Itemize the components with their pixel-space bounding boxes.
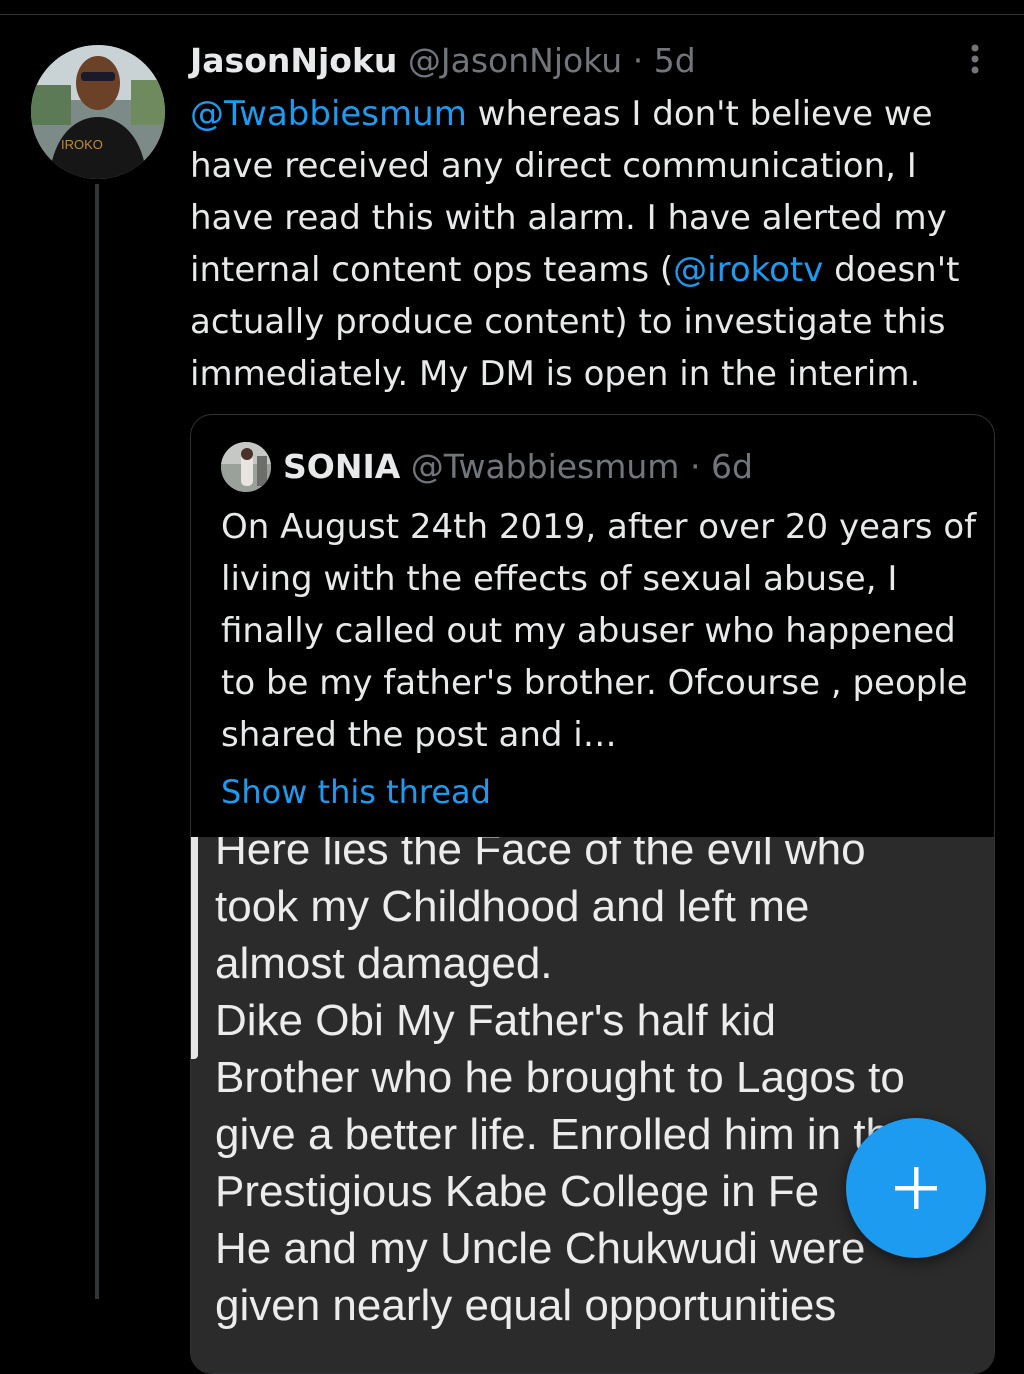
image-caption-text: Here lies the Face of the evil who took … (215, 837, 915, 1330)
quoted-separator-dot: · (689, 447, 701, 486)
avatar-shirt-text: IROKO (61, 137, 103, 152)
author-display-name[interactable]: JasonNjoku (190, 41, 397, 80)
tweet-timestamp[interactable]: 5d (654, 41, 696, 80)
quoted-author-avatar[interactable] (221, 442, 271, 492)
quoted-handle[interactable]: @Twabbiesmum (411, 447, 680, 486)
mention-link[interactable]: @Twabbiesmum (190, 94, 467, 134)
thread-connector-line (95, 184, 99, 1299)
image-text-quote-bar (191, 837, 198, 1059)
quoted-avatar-photo (221, 442, 271, 492)
plus-icon (895, 1167, 937, 1209)
quoted-tweet-image[interactable]: Here lies the Face of the evil who took … (191, 837, 994, 1373)
avatar-photo: IROKO (31, 45, 165, 179)
quoted-timestamp[interactable]: 6d (711, 447, 753, 486)
tweet-body: @Twabbiesmum whereas I don't believe we … (190, 88, 1010, 400)
show-thread-link[interactable]: Show this thread (221, 767, 491, 817)
tweet-header: JasonNjoku @JasonNjoku · 5d (190, 38, 696, 84)
author-handle[interactable]: @JasonNjoku (408, 41, 622, 80)
more-vertical-icon (971, 44, 979, 74)
top-divider (0, 14, 1024, 15)
quoted-tweet-body: On August 24th 2019, after over 20 years… (221, 507, 977, 755)
quoted-tweet-header: SONIA @Twabbiesmum · 6d (283, 443, 753, 491)
quoted-display-name[interactable]: SONIA (283, 447, 400, 486)
author-avatar[interactable]: IROKO (31, 45, 165, 179)
separator-dot: · (632, 41, 644, 80)
compose-tweet-button[interactable] (846, 1118, 986, 1258)
more-options-button[interactable] (958, 40, 992, 78)
mention-link-irokotv[interactable]: @irokotv (673, 250, 823, 290)
